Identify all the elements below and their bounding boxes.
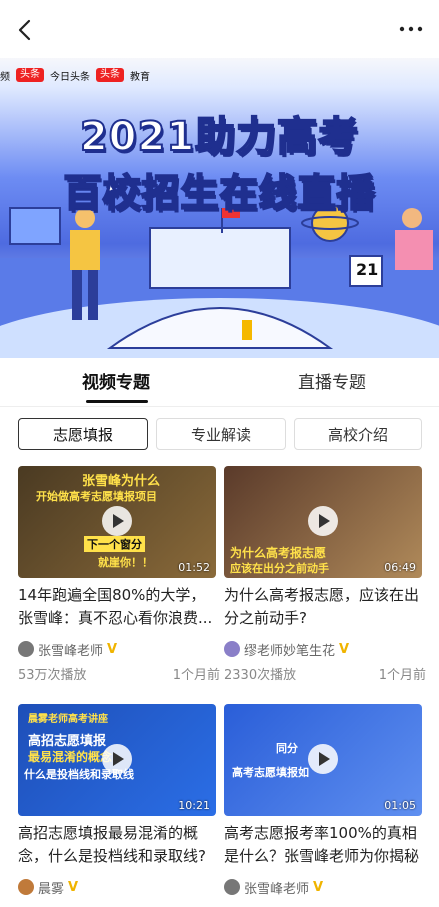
play-icon[interactable]	[308, 506, 338, 536]
play-icon[interactable]	[308, 744, 338, 774]
video-thumbnail[interactable]: 为什么高考报志愿 应该在出分之前动手 06:49	[224, 466, 422, 578]
video-duration: 10:21	[178, 799, 210, 812]
thumb-caption: 最易混淆的概念	[28, 750, 113, 764]
video-card[interactable]: 张雪峰为什么 开始做高考志愿填报项目 下一个窗分 就崖你！！ 01:52 14年…	[18, 466, 220, 688]
view-count: 2330次播放	[224, 668, 297, 683]
active-tab-indicator	[86, 400, 148, 403]
video-title[interactable]: 14年跑遍全国80%的大学，张雪峰：真不忍心看你浪费...	[18, 584, 220, 630]
thumb-caption: 应该在出分之前动手	[230, 562, 329, 575]
brand-badge: 头条	[16, 68, 44, 82]
brand-row: 频 头条 今日头条 头条 教育	[0, 66, 150, 84]
banner-title-line1: 2021助力高考	[79, 113, 360, 161]
thumb-caption: 同分	[276, 742, 298, 755]
video-thumbnail[interactable]: 张雪峰为什么 开始做高考志愿填报项目 下一个窗分 就崖你！！ 01:52	[18, 466, 216, 578]
thumb-caption: 为什么高考报志愿	[230, 546, 327, 560]
video-author[interactable]: 晨雾 V	[18, 877, 78, 897]
verified-icon: V	[339, 641, 350, 657]
video-thumbnail[interactable]: 同分 高考志愿填报如 01:05	[224, 704, 422, 816]
video-card[interactable]: 晨雾老师高考讲座 高招志愿填报 最易混淆的概念 什么是投档线和录取线 10:21…	[18, 704, 216, 907]
video-title[interactable]: 高招志愿填报最易混淆的概念，什么是投档线和录取线?	[18, 822, 220, 868]
verified-icon: V	[313, 879, 324, 895]
video-duration: 06:49	[384, 561, 416, 574]
publish-time: 1个月前	[172, 668, 220, 683]
brand-prefix: 频	[0, 71, 10, 83]
thumb-caption: 下一个窗分	[84, 536, 145, 552]
category-chips: 志愿填报 专业解读 高校介绍	[0, 418, 439, 452]
play-icon[interactable]	[102, 744, 132, 774]
video-thumbnail[interactable]: 晨雾老师高考讲座 高招志愿填报 最易混淆的概念 什么是投档线和录取线 10:21	[18, 704, 216, 816]
video-duration: 01:05	[384, 799, 416, 812]
video-title[interactable]: 为什么高考报志愿，应该在出分之前动手?	[224, 584, 426, 630]
thumb-caption: 晨雾老师高考讲座	[28, 714, 108, 725]
play-icon[interactable]	[102, 506, 132, 536]
video-author[interactable]: 张雪峰老师 V	[224, 877, 323, 897]
verified-icon: V	[68, 879, 79, 895]
hero-banner[interactable]: 频 头条 今日头条 头条 教育 2021助力高考 百校招生在线直播 21	[0, 58, 439, 358]
banner-title-line2: 百校招生在线直播	[62, 170, 376, 216]
thumb-caption: 高招志愿填报	[28, 734, 107, 749]
author-name: 张雪峰老师	[38, 643, 104, 659]
video-title[interactable]: 高考志愿报考率100%的真相是什么？张雪峰老师为你揭秘	[224, 822, 426, 868]
chip-college[interactable]: 高校介绍	[294, 418, 422, 450]
tab-video-topics[interactable]: 视频专题	[82, 368, 150, 393]
chip-major[interactable]: 专业解读	[156, 418, 286, 450]
more-dots-icon[interactable]	[397, 20, 425, 38]
top-bar	[0, 0, 439, 58]
video-card[interactable]: 为什么高考报志愿 应该在出分之前动手 06:49 为什么高考报志愿，应该在出分之…	[224, 466, 426, 688]
thumb-caption: 张雪峰为什么	[82, 474, 161, 489]
video-stats: 53万次播放 1个月前	[18, 664, 220, 683]
publish-time: 1个月前	[378, 668, 426, 683]
video-duration: 01:52	[178, 561, 210, 574]
view-count: 53万次播放	[18, 668, 87, 683]
author-name: 缪老师妙笔生花	[244, 643, 336, 659]
verified-icon: V	[107, 641, 118, 657]
video-author[interactable]: 缪老师妙笔生花 V	[224, 639, 349, 659]
video-card[interactable]: 同分 高考志愿填报如 01:05 高考志愿报考率100%的真相是什么？张雪峰老师…	[224, 704, 422, 907]
calendar-number: 21	[356, 260, 379, 279]
thumb-caption: 就崖你！！	[98, 556, 153, 569]
brand-badge-2: 头条	[96, 68, 124, 82]
video-stats: 2330次播放 1个月前	[224, 664, 426, 683]
avatar	[224, 879, 240, 895]
author-name: 张雪峰老师	[244, 881, 310, 897]
avatar	[224, 641, 240, 657]
avatar	[18, 641, 34, 657]
video-author[interactable]: 张雪峰老师 V	[18, 639, 117, 659]
thumb-caption: 开始做高考志愿填报项目	[36, 490, 157, 503]
brand-name: 今日头条	[50, 71, 90, 83]
back-arrow-icon[interactable]	[14, 18, 38, 42]
topic-tabs: 视频专题 直播专题	[0, 358, 439, 407]
avatar	[18, 879, 34, 895]
thumb-caption: 高考志愿填报如	[232, 766, 309, 779]
tab-live-topics[interactable]: 直播专题	[298, 368, 366, 393]
author-name: 晨雾	[38, 881, 65, 897]
brand-sub: 教育	[130, 71, 150, 83]
chip-application[interactable]: 志愿填报	[18, 418, 148, 450]
